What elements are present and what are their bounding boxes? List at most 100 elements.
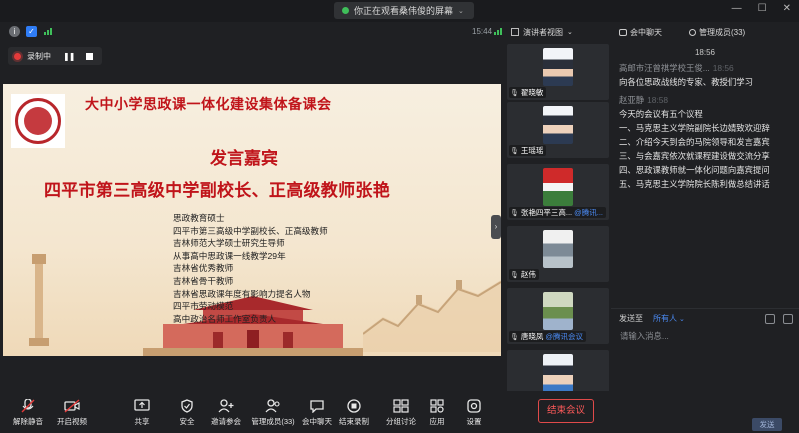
settings-label: 设置 — [466, 417, 482, 426]
participant-tag: @腾讯会议 — [545, 332, 584, 341]
participant-video — [543, 230, 573, 268]
slide-speaker: 四平市第三高级中学副校长、正高级教师张艳 — [44, 181, 390, 200]
tab-members[interactable]: 管理成员(33) — [689, 27, 745, 38]
participant-name: 翟晓敏 — [520, 88, 544, 97]
participant-label: 🎙 唐晓凤 @腾讯会议 — [509, 331, 587, 342]
close-icon[interactable]: ✕ — [783, 3, 791, 14]
sender-name: 高邮市汪曾祺学校王俊... — [619, 63, 710, 73]
members-button[interactable]: 管理成员(33) — [250, 399, 296, 427]
share-label: 共享 — [134, 417, 150, 426]
grid-icon — [511, 28, 519, 36]
recording-label: 录制中 — [27, 51, 51, 61]
chat-message: 四、思政课教师就一体化问题向嘉宾提问 — [619, 165, 770, 175]
mic-muted-icon: 🎙 — [510, 209, 519, 217]
security-button[interactable]: 安全 — [167, 399, 207, 427]
participant-label: 🎙 翟晓敏 — [509, 87, 547, 98]
settings-button[interactable]: 设置 — [454, 399, 494, 427]
window-controls: — ☐ ✕ — [732, 3, 791, 14]
send-button[interactable]: 发送 — [752, 418, 782, 431]
shared-screen-slide: 大中小学思政课一体化建设集体备课会 发言嘉宾 四平市第三高级中学副校长、正高级教… — [3, 84, 501, 356]
mic-muted-icon: 🎙 — [510, 333, 519, 341]
apps-button[interactable]: 应用 — [417, 399, 457, 427]
participant-tile[interactable]: 🎙 唐晓凤 @腾讯会议 — [507, 288, 609, 344]
chat-message: 二、介绍今天到会的马院领导和发言嘉宾 — [619, 137, 770, 147]
end-meeting-button[interactable]: 结束会议 — [538, 399, 594, 423]
file-icon[interactable] — [783, 314, 793, 324]
mic-muted-icon: 🎙 — [510, 147, 519, 155]
pause-icon[interactable]: ❚❚ — [63, 52, 75, 61]
record-label: 结束录制 — [339, 417, 369, 426]
meeting-clock: 15:44 — [472, 27, 493, 36]
sender-time: 18:58 — [647, 95, 669, 105]
invite-button[interactable]: 邀请参会 — [206, 399, 246, 427]
slide-guest-heading: 发言嘉宾 — [210, 149, 278, 168]
tab-chat-label: 会中聊天 — [630, 28, 662, 37]
mic-muted-icon: 🎙 — [510, 89, 519, 97]
participant-tile[interactable]: 🎙 张艳四平三高... @腾讯... — [507, 164, 609, 220]
shield-icon[interactable]: ✓ — [26, 26, 37, 37]
participant-tile[interactable]: 🎙 赵伟 — [507, 226, 609, 282]
recording-indicator: 录制中 ❚❚ — [8, 47, 102, 65]
people-icon — [265, 399, 281, 413]
participant-tile[interactable]: 🎙 翟晓敏 — [507, 44, 609, 100]
maximize-icon[interactable]: ☐ — [758, 3, 767, 14]
tab-chat[interactable]: 会中聊天 — [619, 27, 662, 38]
participant-label: 🎙 张艳四平三高... @腾讯... — [509, 207, 607, 218]
send-to-select[interactable]: 所有人 — [653, 313, 677, 324]
stop-recording-button[interactable]: 结束录制 — [334, 399, 374, 427]
view-switcher[interactable]: 演讲者视图 ⌄ — [503, 22, 611, 42]
stop-icon[interactable] — [86, 52, 94, 60]
record-dot-icon — [14, 52, 21, 60]
bio-line: 四平市劳动模范 — [173, 301, 234, 312]
participant-video — [543, 168, 573, 206]
participant-tag: @腾讯... — [574, 208, 604, 217]
collapse-panel-handle[interactable]: › — [491, 215, 501, 239]
sharing-indicator-icon — [342, 7, 349, 14]
mute-button[interactable]: 解除静音 — [8, 398, 48, 427]
info-icon[interactable]: i — [9, 26, 20, 37]
breakout-label: 分组讨论 — [386, 417, 416, 426]
invite-label: 邀请参会 — [211, 417, 241, 426]
participant-name: 张艳四平三高... — [520, 208, 573, 217]
participant-label: 🎙 赵伟 — [509, 269, 539, 280]
participant-tile[interactable] — [507, 350, 609, 391]
chat-panel-header: 会中聊天 管理成员(33) — [611, 22, 799, 42]
participant-video — [543, 106, 573, 144]
chevron-down-icon: ⌄ — [458, 7, 464, 15]
title-bar: 你正在观看桑伟俊的屏幕 ⌄ — ☐ ✕ — [0, 0, 799, 22]
sender-time: 18:56 — [712, 63, 734, 73]
chat-input[interactable]: 请输入消息... — [620, 330, 669, 342]
tab-members-label: 管理成员(33) — [699, 28, 746, 37]
chat-message: 五、马克思主义学院院长陈利做总结讲话 — [619, 179, 770, 189]
participant-tile[interactable]: 🎙 王瑶瑶 — [507, 102, 609, 158]
bio-line: 吉林省思政课年度有影响力提名人物 — [173, 288, 311, 299]
image-icon[interactable] — [765, 314, 775, 324]
chat-bubble-icon — [309, 399, 325, 414]
signal-strength-icon[interactable] — [44, 28, 52, 35]
participant-label: 🎙 王瑶瑶 — [509, 145, 547, 156]
chat-message: 三、与会嘉宾依次就课程建设做交流分享 — [619, 151, 770, 161]
security-label: 安全 — [179, 417, 195, 426]
chat-bubble-icon — [619, 29, 627, 36]
chat-sender: 赵亚静 18:58 — [619, 93, 791, 107]
view-label: 演讲者视图 — [523, 27, 563, 37]
participant-name: 王瑶瑶 — [520, 146, 544, 155]
screen-share-notice[interactable]: 你正在观看桑伟俊的屏幕 ⌄ — [334, 2, 474, 19]
screen-share-text: 你正在观看桑伟俊的屏幕 — [354, 6, 454, 16]
share-button[interactable]: 共享 — [122, 399, 162, 427]
chat-button[interactable]: 会中聊天 — [297, 399, 337, 427]
meeting-toolbar: 解除静音 开启视频 共享 安全 邀请参会 管理成员(33) 会中聊天 结束录制 — [0, 391, 611, 433]
video-button[interactable]: 开启视频 — [52, 399, 92, 427]
great-wall-decoration — [363, 280, 501, 352]
video-label: 开启视频 — [57, 417, 87, 426]
meeting-window: 你正在观看桑伟俊的屏幕 ⌄ — ☐ ✕ i ✓ 15:44 录制中 ❚❚ 大中小… — [0, 0, 799, 433]
participant-video — [543, 292, 573, 330]
breakout-button[interactable]: 分组讨论 — [381, 399, 421, 427]
chat-message-list: 18:56 高邮市汪曾祺学校王俊... 18:56 向各位思政战线的专家、教授们学… — [611, 42, 799, 308]
record-icon — [346, 399, 362, 413]
share-screen-icon — [134, 399, 150, 413]
bio-line: 四平市第三高级中学副校长、正高级教师 — [173, 225, 328, 236]
chat-sender: 高邮市汪曾祺学校王俊... 18:56 — [619, 61, 791, 75]
minimize-icon[interactable]: — — [732, 3, 742, 14]
chat-message: 今天的会议有五个议程 — [619, 109, 703, 119]
